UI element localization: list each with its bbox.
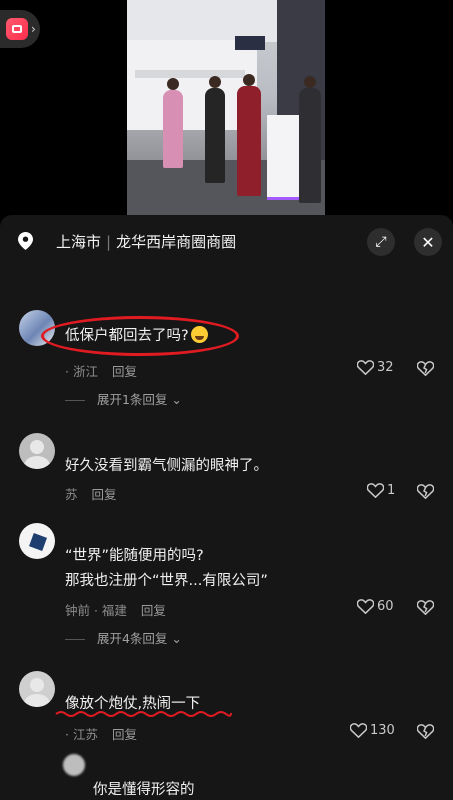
annotation-underline (55, 711, 232, 717)
like-count: 60 (377, 599, 394, 614)
heart-icon (350, 723, 367, 738)
reply-button[interactable]: 回复 (112, 727, 137, 742)
like-button[interactable]: 130 (350, 723, 395, 738)
expand-replies-button[interactable]: 展开4条回复 ⌄ (65, 628, 182, 647)
avatar[interactable] (19, 671, 55, 707)
video-area[interactable]: › (0, 0, 453, 215)
reply-button[interactable]: 回复 (141, 603, 166, 618)
comment-text[interactable]: “世界”能随便用的吗? 那我也注册个“世界...有限公司” (65, 545, 268, 592)
close-button[interactable]: ✕ (414, 228, 442, 256)
chevron-down-icon: ⌄ (171, 631, 182, 646)
video-person-head (243, 74, 255, 86)
location-city: 上海市 (56, 233, 102, 251)
location-area: 龙华西岸商圈商圈 (116, 233, 237, 251)
annotation-oval (41, 316, 239, 356)
like-count: 130 (370, 723, 395, 738)
video-person-head (167, 78, 179, 90)
comment-meta: 苏回复 (65, 487, 117, 502)
location-bar: 上海市 | 龙华西岸商圈商圈 ⤢ ✕ (0, 215, 453, 267)
avatar[interactable] (19, 523, 55, 559)
video-person (299, 88, 321, 203)
like-button[interactable]: 60 (357, 599, 394, 614)
heart-icon (367, 483, 384, 498)
location-text[interactable]: 上海市 | 龙华西岸商圈商圈 (56, 231, 236, 252)
comment-panel: 上海市 | 龙华西岸商圈商圈 ⤢ ✕ 低保户都回去了吗? · 浙江 回复 32 展开1… (0, 215, 453, 800)
reply-button[interactable]: 回复 (112, 364, 137, 379)
video-person (163, 90, 183, 168)
app-badge[interactable]: › (0, 10, 40, 48)
sub-reply-avatar[interactable] (63, 754, 85, 776)
like-button[interactable]: 1 (367, 483, 395, 498)
close-icon: ✕ (421, 232, 435, 252)
broken-heart-icon[interactable] (417, 484, 434, 499)
video-thumbnail[interactable] (127, 0, 325, 215)
location-separator: | (106, 233, 112, 251)
like-button[interactable]: 32 (357, 360, 394, 375)
location-pin-icon (18, 232, 33, 250)
broken-heart-icon[interactable] (417, 724, 434, 739)
chevron-right-icon: › (31, 22, 36, 36)
like-count: 32 (377, 360, 394, 375)
expand-icon: ⤢ (375, 234, 387, 250)
video-person-head (304, 76, 316, 88)
like-count: 1 (387, 483, 396, 498)
heart-icon (357, 360, 374, 375)
chevron-down-icon: ⌄ (171, 392, 182, 407)
sub-reply-text[interactable]: 你是懂得形容的 (93, 778, 195, 799)
comment-meta: 钟前 · 福建 回复 (65, 603, 166, 618)
app-logo-icon (6, 18, 28, 40)
video-scene-sign (235, 36, 265, 50)
video-person-head (209, 76, 221, 88)
comment-meta: · 江苏 回复 (65, 727, 137, 742)
heart-icon (357, 599, 374, 614)
comment-text[interactable]: 好久没看到霸气侧漏的眼神了。 (65, 455, 268, 477)
video-person (237, 86, 261, 196)
expand-replies-button[interactable]: 展开1条回复 ⌄ (65, 389, 182, 408)
avatar[interactable] (19, 433, 55, 469)
video-person (205, 88, 225, 183)
comment-meta: · 浙江 回复 (65, 364, 137, 379)
expand-button[interactable]: ⤢ (367, 228, 395, 256)
broken-heart-icon[interactable] (417, 600, 434, 615)
broken-heart-icon[interactable] (417, 361, 434, 376)
reply-button[interactable]: 回复 (92, 487, 117, 502)
